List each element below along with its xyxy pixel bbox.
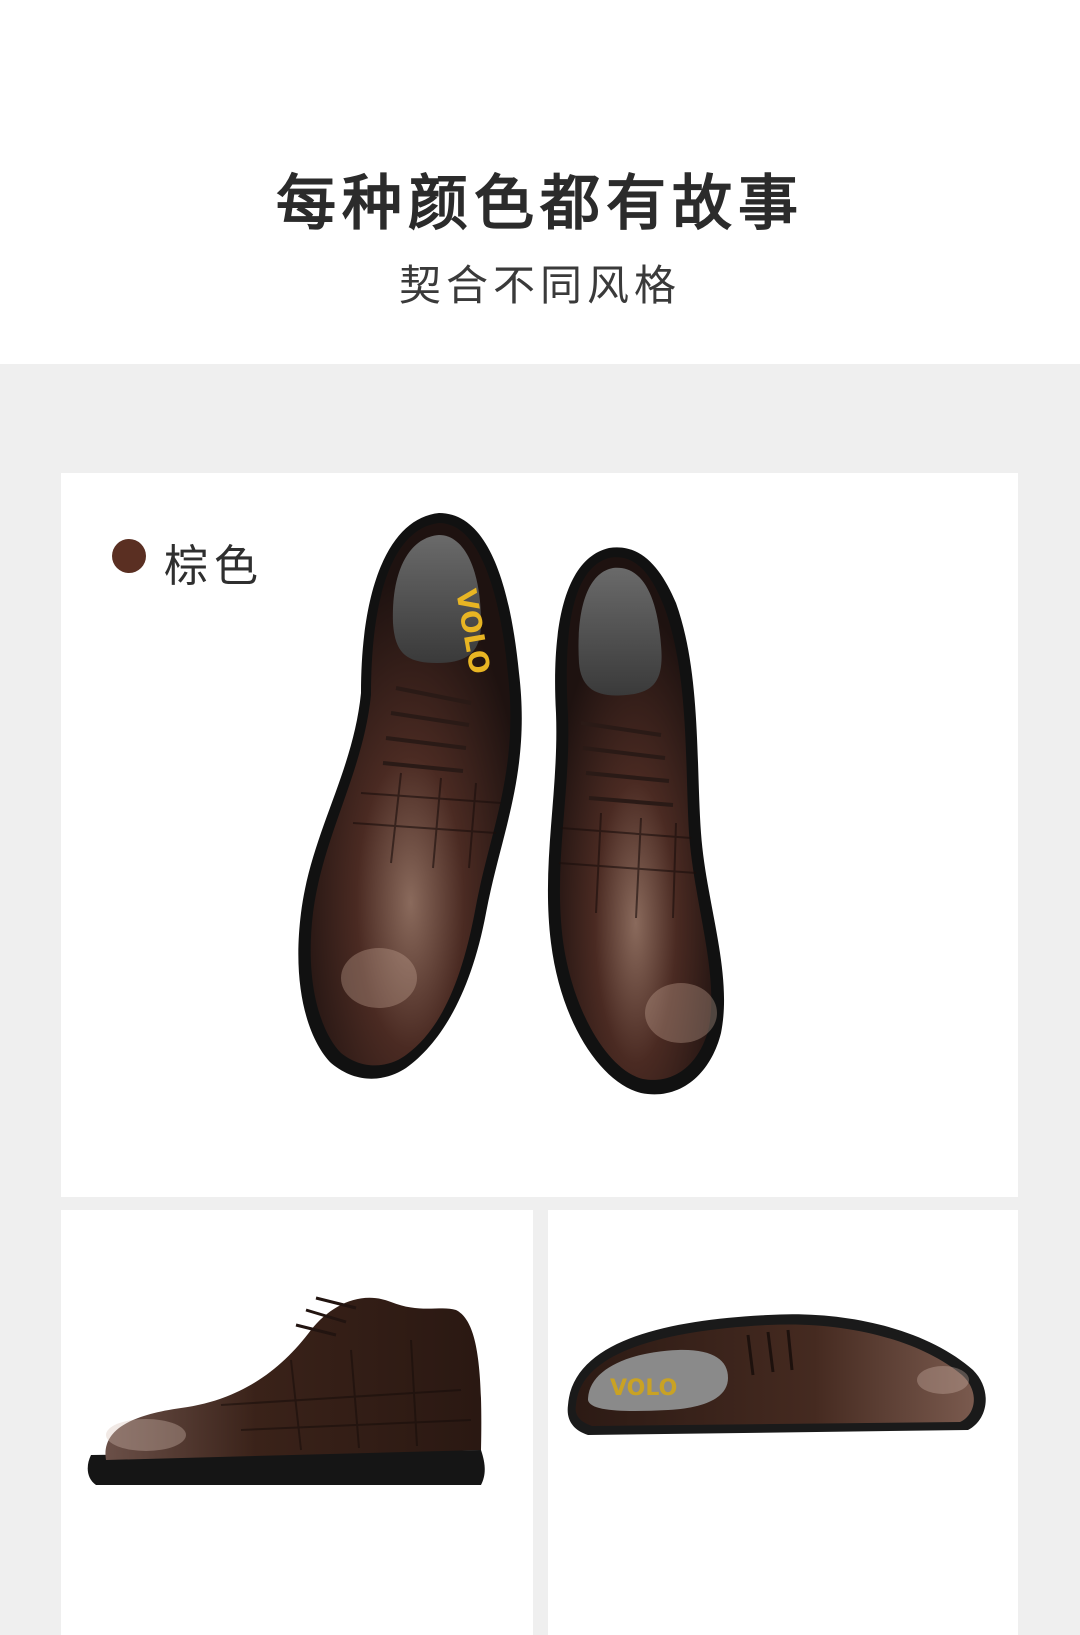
lying-side-view-icon: VOLO xyxy=(567,1314,986,1435)
side-view-icon xyxy=(87,1296,485,1485)
section-title: 每种颜色都有故事 xyxy=(276,169,804,239)
section-subtitle: 契合不同风格 xyxy=(398,261,681,310)
right-shoe-top xyxy=(547,547,725,1095)
left-shoe-top: VOLO xyxy=(298,513,522,1079)
insole-logo-text: VOLO xyxy=(610,1376,677,1401)
side-view-image xyxy=(61,1210,533,1635)
color-label: 棕色 xyxy=(164,541,264,592)
color-swatch xyxy=(112,539,146,573)
header-banner: 每种颜色都有故事 契合不同风格 xyxy=(0,0,1080,364)
product-color-section: 每种颜色都有故事 契合不同风格 VOLO 棕色 VOLO xyxy=(0,0,1080,1635)
lying-view-image: VOLO xyxy=(548,1210,1018,1635)
